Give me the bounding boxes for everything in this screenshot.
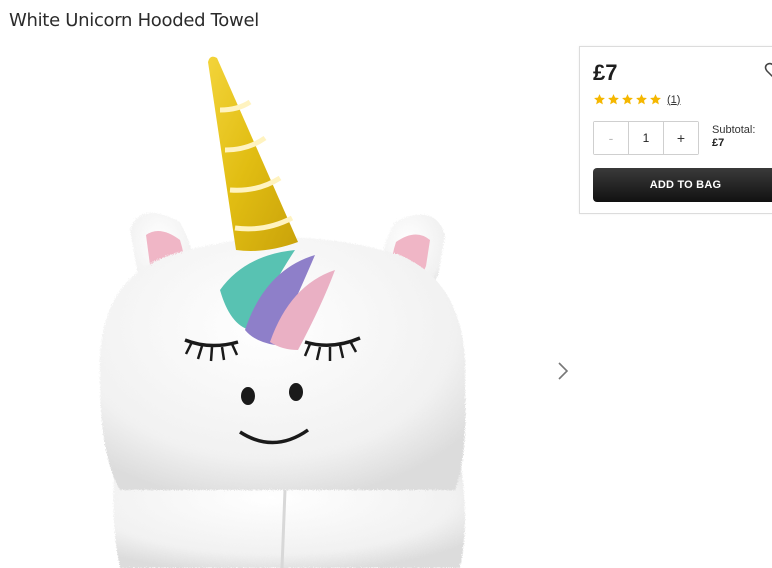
increase-quantity-button[interactable]: + bbox=[663, 122, 698, 154]
product-price: £7 bbox=[593, 60, 618, 85]
star-icon bbox=[650, 94, 661, 105]
review-count-link[interactable]: 1 bbox=[667, 94, 680, 106]
star-icon bbox=[594, 94, 605, 105]
subtotal: Subtotal: £7 bbox=[712, 124, 755, 150]
product-gallery bbox=[0, 40, 580, 568]
quantity-input[interactable]: 1 bbox=[629, 122, 663, 154]
subtotal-value: £7 bbox=[712, 137, 725, 149]
star-icon bbox=[636, 94, 647, 105]
product-title: White Unicorn Hooded Towel bbox=[9, 10, 259, 31]
star-icon bbox=[622, 94, 633, 105]
decrease-quantity-button[interactable]: - bbox=[594, 122, 629, 154]
purchase-panel: £7 1 - 1 + Subtotal: £7 ADD TO BAG bbox=[579, 46, 772, 214]
subtotal-label: Subtotal: bbox=[712, 124, 756, 136]
product-image bbox=[99, 56, 466, 568]
heart-icon bbox=[764, 62, 772, 78]
quantity-stepper: - 1 + bbox=[593, 121, 699, 155]
rating: 1 bbox=[593, 93, 680, 106]
star-icon bbox=[608, 94, 619, 105]
chevron-right-icon bbox=[558, 362, 569, 380]
star-rating bbox=[593, 93, 662, 106]
gallery-next-button[interactable] bbox=[552, 358, 574, 384]
wishlist-button[interactable] bbox=[764, 61, 772, 81]
add-to-bag-button[interactable]: ADD TO BAG bbox=[593, 168, 772, 202]
